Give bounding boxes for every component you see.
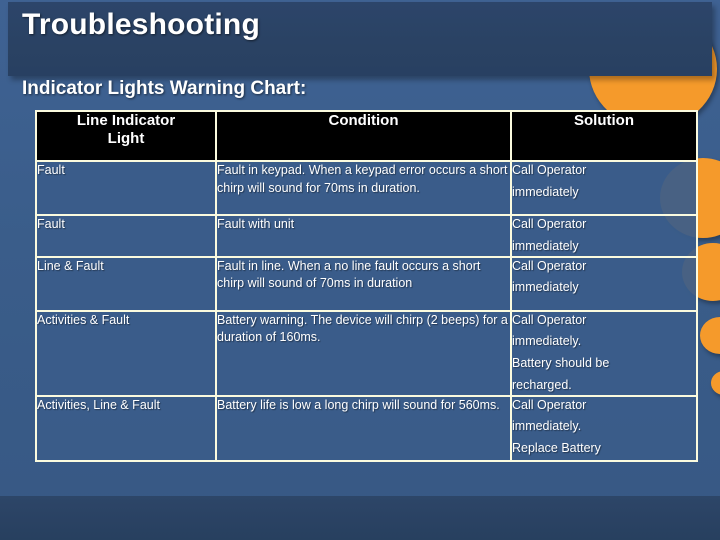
- table-row: Activities, Line & Fault Battery life is…: [35, 394, 698, 462]
- column-header-solution: Solution: [510, 110, 698, 162]
- cell-indicator: Activities & Fault: [35, 309, 217, 397]
- cell-solution: Call Operator immediately. Replace Batte…: [510, 394, 698, 462]
- subtitle-heading: Indicator Lights Warning Chart:: [22, 78, 307, 99]
- solution-line: immediately: [512, 238, 579, 253]
- solution-line: immediately.: [512, 419, 582, 434]
- column-header-line-1: Line Indicator: [76, 112, 176, 129]
- table-body: Fault Fault in keypad. When a keypad err…: [35, 160, 698, 462]
- cell-indicator: Line & Fault: [35, 255, 217, 312]
- cell-indicator: Activities, Line & Fault: [35, 394, 217, 462]
- table-row: Fault Fault in keypad. When a keypad err…: [35, 160, 698, 216]
- cell-condition: Fault with unit: [215, 214, 512, 258]
- solution-line: Call Operator: [512, 258, 587, 273]
- cell-condition: Battery warning. The device will chirp (…: [215, 309, 512, 397]
- table-row: Fault Fault with unit Call Operator imme…: [35, 214, 698, 258]
- solution-line: Replace Battery: [512, 441, 601, 455]
- decorative-circle-icon: [711, 371, 720, 395]
- solution-line: Call Operator: [512, 217, 587, 231]
- cell-solution: Call Operator immediately: [510, 214, 698, 258]
- cell-solution: Call Operator immediately: [510, 160, 698, 216]
- indicator-lights-warning-table: Line Indicator Light Condition Solution …: [35, 110, 698, 462]
- column-header-condition: Condition: [215, 110, 512, 162]
- solution-line: Battery should be: [512, 356, 610, 370]
- bottom-band: [0, 496, 720, 540]
- solution-line: immediately: [512, 184, 579, 199]
- table-header-row: Line Indicator Light Condition Solution: [35, 110, 698, 162]
- solution-line: Call Operator: [512, 312, 587, 327]
- cell-condition: Fault in keypad. When a keypad error occ…: [215, 160, 512, 216]
- cell-indicator: Fault: [35, 214, 217, 258]
- decorative-circle-icon: [700, 317, 720, 354]
- page-title: Troubleshooting: [22, 8, 260, 41]
- column-header-line-indicator-light: Line Indicator Light: [35, 110, 217, 162]
- cell-indicator: Fault: [35, 160, 217, 216]
- table-header: Line Indicator Light Condition Solution: [35, 110, 698, 162]
- cell-condition: Battery life is low a long chirp will so…: [215, 394, 512, 462]
- slide-canvas: Troubleshooting Indicator Lights Warning…: [0, 0, 720, 540]
- cell-solution: Call Operator immediately. Battery shoul…: [510, 309, 698, 397]
- solution-line: immediately.: [512, 334, 582, 349]
- solution-line: Call Operator: [512, 397, 587, 412]
- solution-line: immediately: [512, 280, 579, 295]
- solution-line: recharged.: [512, 377, 572, 392]
- cell-condition: Fault in line. When a no line fault occu…: [215, 255, 512, 312]
- cell-solution: Call Operator immediately: [510, 255, 698, 312]
- column-header-line-2: Light: [107, 129, 145, 147]
- title-bar: Troubleshooting: [8, 2, 712, 76]
- table-row: Activities & Fault Battery warning. The …: [35, 309, 698, 397]
- table-row: Line & Fault Fault in line. When a no li…: [35, 255, 698, 312]
- solution-line: Call Operator: [512, 163, 587, 177]
